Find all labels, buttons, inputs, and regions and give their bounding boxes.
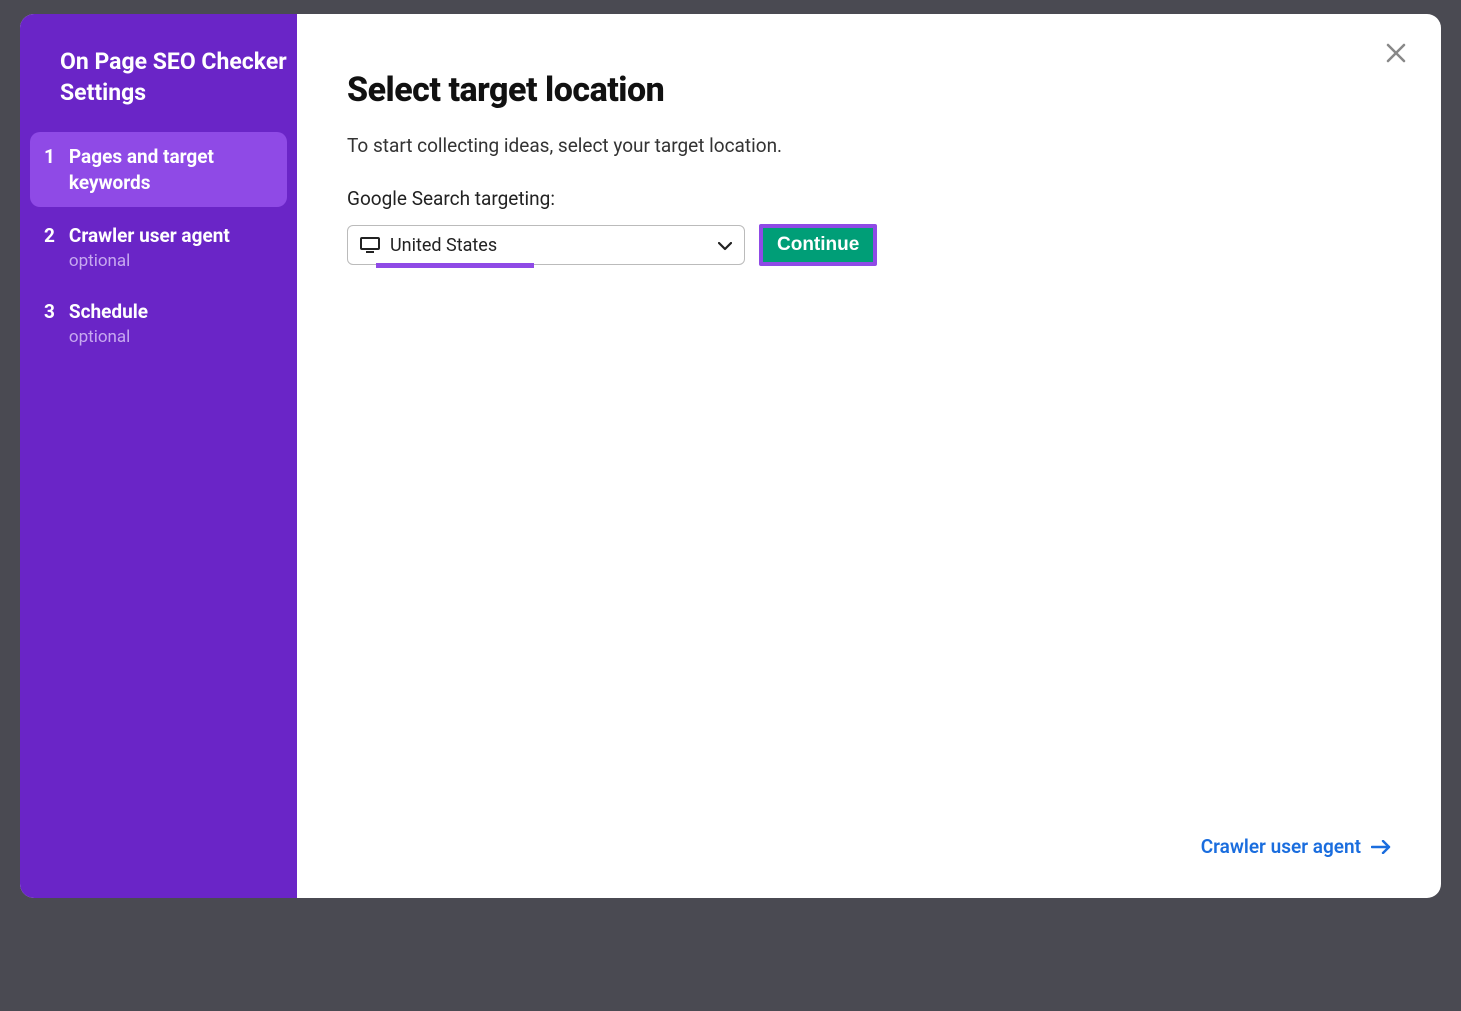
desktop-icon [360,237,380,253]
location-dropdown[interactable]: United States [347,225,745,265]
page-title: Select target location [347,70,1391,110]
next-step-link[interactable]: Crawler user agent [1201,835,1391,858]
dropdown-value: United States [390,235,718,256]
page-subtitle: To start collecting ideas, select your t… [347,134,1391,157]
form-row: United States Continue [347,224,1391,266]
arrow-right-icon [1371,840,1391,854]
step-number: 1 [44,144,55,171]
step-optional: optional [69,251,230,271]
footer-link-label: Crawler user agent [1201,835,1361,858]
sidebar-title: On Page SEO Checker Settings [30,46,287,108]
highlight-underline [376,263,534,268]
step-number: 2 [44,223,55,250]
sidebar-step-schedule[interactable]: 3 Schedule optional [30,287,287,359]
sidebar-step-crawler-user-agent[interactable]: 2 Crawler user agent optional [30,211,287,283]
chevron-down-icon [718,236,732,255]
sidebar: On Page SEO Checker Settings 1 Pages and… [20,14,297,898]
step-optional: optional [69,327,148,347]
targeting-label: Google Search targeting: [347,187,1391,210]
continue-button[interactable]: Continue [759,224,877,266]
main-content: Select target location To start collecti… [297,14,1441,898]
close-button[interactable] [1381,38,1411,68]
step-label: Pages and target keywords [69,144,273,195]
step-label: Crawler user agent [69,223,230,249]
sidebar-step-pages-keywords[interactable]: 1 Pages and target keywords [30,132,287,207]
step-label: Schedule [69,299,148,325]
settings-modal: On Page SEO Checker Settings 1 Pages and… [20,14,1441,898]
step-number: 3 [44,299,55,326]
close-icon [1385,42,1407,64]
